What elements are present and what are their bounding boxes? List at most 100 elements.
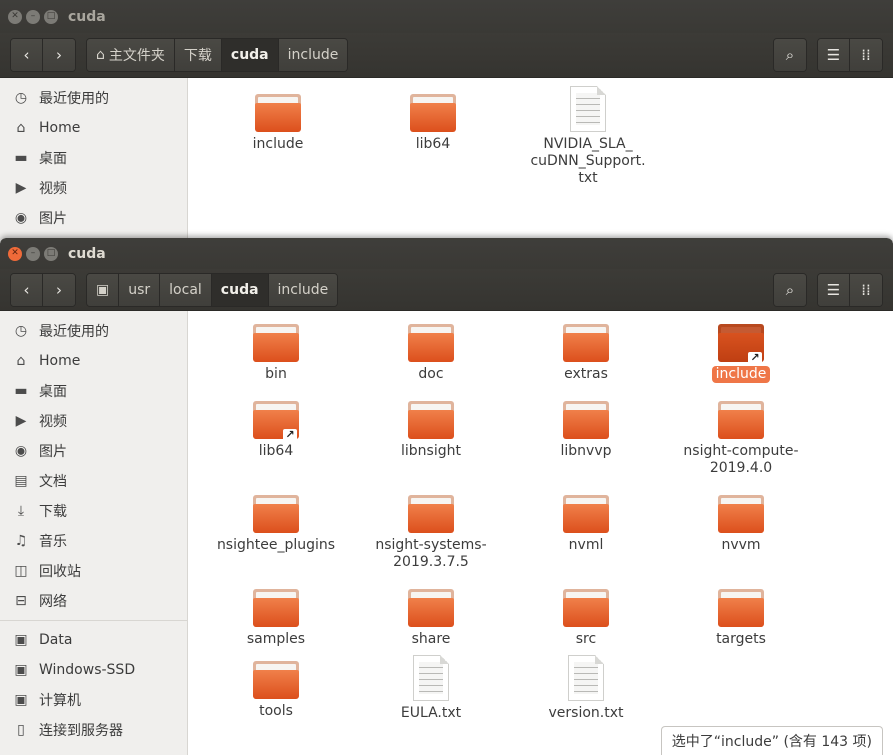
folder-item[interactable]: bin xyxy=(201,324,351,383)
folder-item[interactable]: ↗ lib64 xyxy=(201,401,351,460)
clock-icon: ◷ xyxy=(14,90,28,106)
item-label: samples xyxy=(246,631,306,647)
back-button[interactable]: ‹ xyxy=(11,39,43,71)
sidebar-item[interactable]: ◉ 图片 xyxy=(0,436,187,466)
sidebar-item-label: 桌面 xyxy=(39,151,67,167)
folder-icon xyxy=(253,589,299,627)
crumb-include[interactable]: include xyxy=(268,273,338,306)
grid-view-button[interactable]: ⁞⁞ xyxy=(850,39,882,71)
search-button[interactable]: ⌕ xyxy=(774,39,806,71)
item-label: NVIDIA_SLA_ cuDNN_Support. txt xyxy=(530,136,646,186)
sidebar-item[interactable]: ⤓ 下载 xyxy=(0,496,187,526)
crumb-home[interactable]: ⌂ 主文件夹 xyxy=(87,39,175,71)
sidebar: ◷ 最近使用的 ⌂ Home ▬ 桌面 ▶ 视频 ◉ 图片 ▤ 文档 ⤓ 下载 ♫ 音乐 ◫ 回收站 ⊟ 网络 ▣ Dat… xyxy=(0,311,188,755)
list-view-button[interactable]: ☰ xyxy=(818,39,850,71)
sidebar-item[interactable]: ▯ 连接到服务器 xyxy=(0,715,187,745)
item-label: include xyxy=(711,366,771,383)
item-label: version.txt xyxy=(548,705,624,721)
sidebar-item-label: Data xyxy=(39,632,73,648)
item-label: extras xyxy=(564,366,608,382)
title-bar: ✕ – □ cuda xyxy=(0,238,893,269)
folder-item[interactable]: lib64 xyxy=(358,94,508,153)
folder-item[interactable]: nvml xyxy=(511,495,661,554)
sidebar-item[interactable]: ◉ 图片 xyxy=(0,203,187,233)
crumb-cuda[interactable]: cuda xyxy=(221,39,279,71)
list-view-button[interactable]: ☰ xyxy=(818,273,850,306)
file-item[interactable]: NVIDIA_SLA_ cuDNN_Support. txt xyxy=(513,86,663,187)
folder-item[interactable]: doc xyxy=(356,324,506,383)
crumb-usr[interactable]: usr xyxy=(119,273,161,306)
folder-item[interactable]: src xyxy=(511,589,661,648)
sidebar-item[interactable]: ♫ 音乐 xyxy=(0,526,187,556)
crumb-cuda[interactable]: cuda xyxy=(211,273,269,306)
sidebar-item[interactable]: ⌂ Home xyxy=(0,113,187,143)
music-icon: ♫ xyxy=(14,533,28,549)
folder-icon xyxy=(253,324,299,362)
sidebar-item-label: 计算机 xyxy=(39,693,81,709)
folder-icon: ▬ xyxy=(14,383,28,399)
folder-icon xyxy=(408,495,454,533)
folder-item[interactable]: libnvvp xyxy=(511,401,661,460)
forward-button[interactable]: › xyxy=(43,273,75,306)
background-file-window: ✕ – □ cuda ‹ › ⌂ 主文件夹 下载 cuda include ⌕ ☰… xyxy=(0,0,893,240)
file-item[interactable]: version.txt xyxy=(511,655,661,722)
window-title: cuda xyxy=(68,245,106,262)
item-label: doc xyxy=(418,366,444,382)
folder-icon xyxy=(255,94,301,132)
sidebar-item[interactable]: ◷ 最近使用的 xyxy=(0,316,187,346)
item-label: src xyxy=(575,631,597,647)
sidebar-item-label: 连接到服务器 xyxy=(39,723,123,739)
sidebar-item-label: 回收站 xyxy=(39,564,81,580)
folder-item[interactable]: nsightee_plugins xyxy=(201,495,351,554)
nav-buttons: ‹ › xyxy=(10,272,76,307)
download-icon: ⤓ xyxy=(17,503,25,519)
minimize-icon[interactable]: – xyxy=(26,9,40,24)
file-window: ✕ – □ cuda ‹ › ▣ usr local cuda include … xyxy=(0,238,893,755)
sidebar-item[interactable]: ▶ 视频 xyxy=(0,173,187,203)
folder-item[interactable]: include xyxy=(203,94,353,153)
file-view: 选中了“include” (含有 143 项) bin doc extras ↗ inc… xyxy=(188,311,893,755)
folder-icon xyxy=(408,589,454,627)
sidebar-item[interactable]: ▬ 桌面 xyxy=(0,376,187,406)
item-label: EULA.txt xyxy=(400,705,462,721)
crumb-root[interactable]: ▣ xyxy=(87,273,120,306)
sidebar-item[interactable]: ⊟ 网络 xyxy=(0,586,187,616)
file-item[interactable]: EULA.txt xyxy=(356,655,506,722)
sidebar-item[interactable]: ▣ Data xyxy=(0,625,187,655)
sidebar-item[interactable]: ⌂ Home xyxy=(0,346,187,376)
item-label: nsight-compute- 2019.4.0 xyxy=(683,443,799,476)
folder-item[interactable]: nsight-systems- 2019.3.7.5 xyxy=(356,495,506,571)
folder-item[interactable]: nsight-compute- 2019.4.0 xyxy=(666,401,816,477)
sidebar-item[interactable]: ▣ Windows-SSD xyxy=(0,655,187,685)
folder-item[interactable]: share xyxy=(356,589,506,648)
folder-item[interactable]: ↗ include xyxy=(666,324,816,383)
folder-item[interactable]: targets xyxy=(666,589,816,648)
folder-item[interactable]: tools xyxy=(201,661,351,720)
folder-icon xyxy=(718,401,764,439)
maximize-icon[interactable]: □ xyxy=(44,246,58,261)
close-icon[interactable]: ✕ xyxy=(8,246,22,261)
sidebar-item[interactable]: ◫ 回收站 xyxy=(0,556,187,586)
sidebar-item[interactable]: ▬ 桌面 xyxy=(0,143,187,173)
grid-view-button[interactable]: ⁞⁞ xyxy=(850,273,882,306)
folder-item[interactable]: libnsight xyxy=(356,401,506,460)
close-icon[interactable]: ✕ xyxy=(8,9,22,24)
maximize-icon[interactable]: □ xyxy=(44,9,58,24)
crumb-downloads[interactable]: 下载 xyxy=(174,39,222,71)
minimize-icon[interactable]: – xyxy=(26,246,40,261)
sidebar-item-label: 桌面 xyxy=(39,384,67,400)
text-file-icon xyxy=(413,655,449,701)
forward-button[interactable]: › xyxy=(43,39,75,71)
folder-item[interactable]: samples xyxy=(201,589,351,648)
sidebar-item[interactable]: ▤ 文档 xyxy=(0,466,187,496)
sidebar-item[interactable]: ▣ 计算机 xyxy=(0,685,187,715)
back-button[interactable]: ‹ xyxy=(11,273,43,306)
search-button[interactable]: ⌕ xyxy=(774,273,806,306)
sidebar-item[interactable]: ◷ 最近使用的 xyxy=(0,83,187,113)
crumb-include[interactable]: include xyxy=(278,39,348,71)
folder-item[interactable]: extras xyxy=(511,324,661,383)
folder-icon xyxy=(563,401,609,439)
sidebar-item[interactable]: ▶ 视频 xyxy=(0,406,187,436)
folder-item[interactable]: nvvm xyxy=(666,495,816,554)
crumb-local[interactable]: local xyxy=(160,273,212,306)
